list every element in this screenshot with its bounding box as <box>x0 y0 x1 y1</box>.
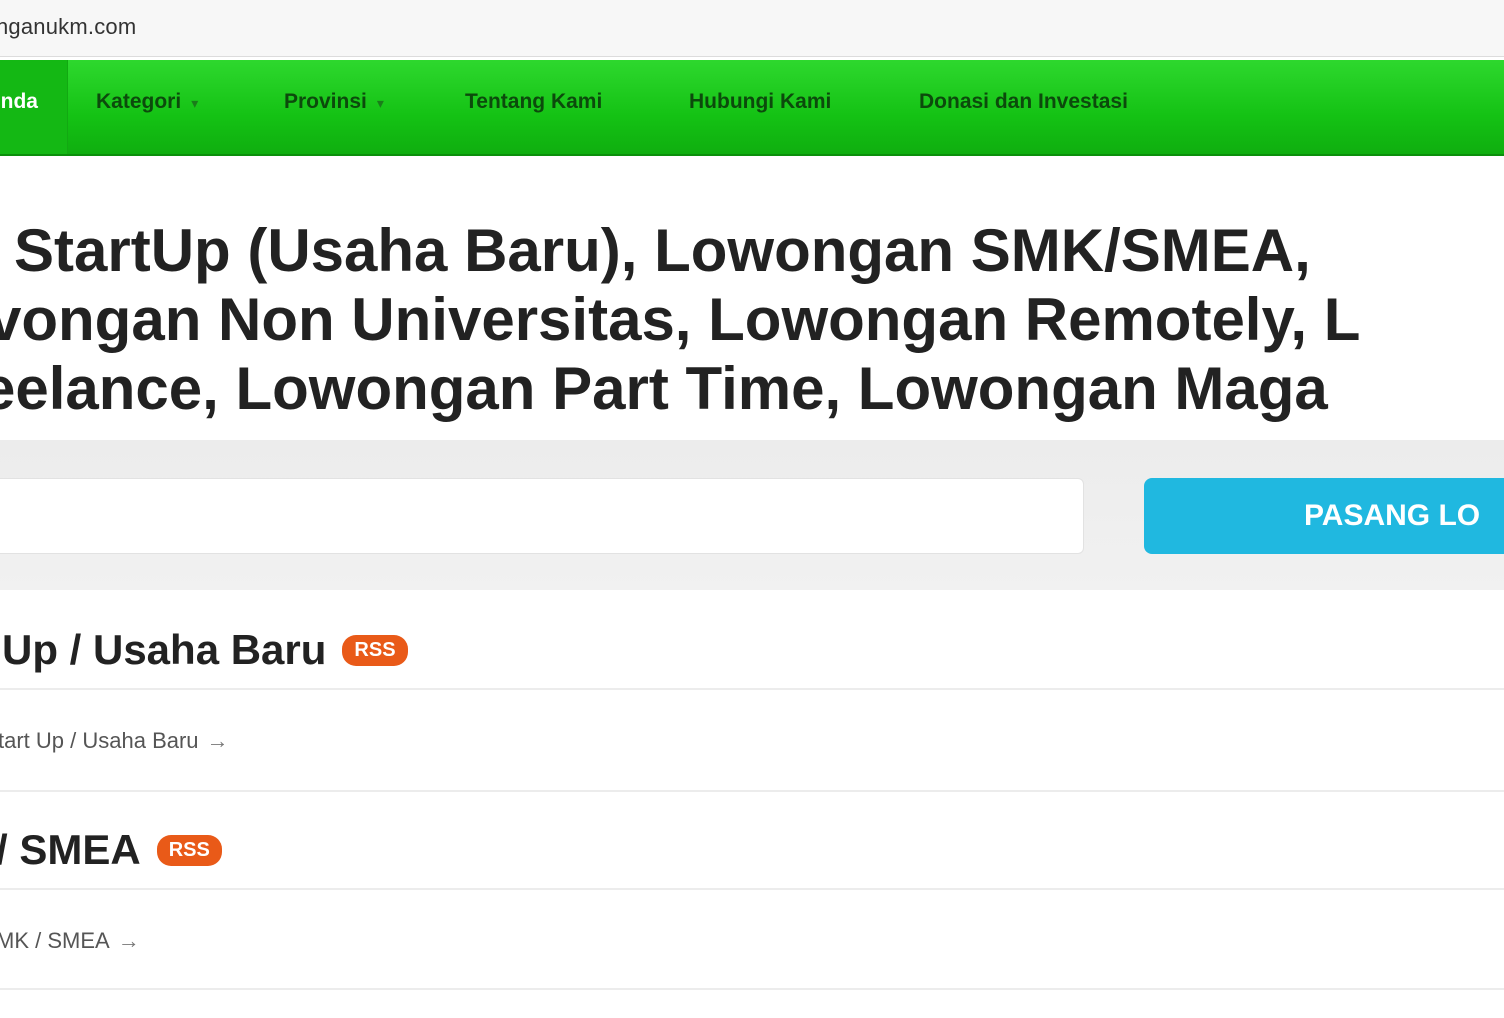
category-link-smk-smea[interactable]: MK / SMEA → <box>0 928 140 954</box>
page-headline: StartUp (Usaha Baru), Lowongan SMK/SMEA,… <box>0 216 1504 423</box>
address-bar-url[interactable]: nganukm.com <box>0 14 136 40</box>
divider <box>0 790 1504 792</box>
chevron-down-icon: ▾ <box>191 95 199 111</box>
rss-badge[interactable]: RSS <box>156 835 222 867</box>
category-heading-startup[interactable]: Up / Usaha Baru RSS <box>2 626 408 674</box>
nav-item-hubungi-kami[interactable]: Hubungi Kami <box>689 90 831 114</box>
main-nav: nda Kategori ▾ Provinsi ▾ Tentang Kami Hub… <box>0 60 1504 156</box>
nav-item-provinsi[interactable]: Provinsi ▾ <box>284 90 384 114</box>
chevron-down-icon: ▾ <box>376 95 384 111</box>
nav-item-donasi-investasi[interactable]: Donasi dan Investasi <box>919 90 1128 114</box>
nav-item-tentang-kami[interactable]: Tentang Kami <box>465 90 602 114</box>
post-job-button[interactable]: PASANG LO <box>1144 478 1504 554</box>
category-link-startup[interactable]: tart Up / Usaha Baru → <box>0 728 229 754</box>
category-heading-smk-smea[interactable]: / SMEA RSS <box>0 826 222 874</box>
headline-line-1: StartUp (Usaha Baru), Lowongan SMK/SMEA, <box>14 217 1311 284</box>
nav-item-kategori[interactable]: Kategori ▾ <box>96 90 198 114</box>
headline-line-3: eelance, Lowongan Part Time, Lowongan Ma… <box>0 355 1328 422</box>
divider <box>0 988 1504 990</box>
page: nganukm.com nda Kategori ▾ Provinsi ▾ Tent… <box>0 0 1504 1018</box>
headline-line-2: vongan Non Universitas, Lowongan Remotel… <box>0 286 1361 353</box>
search-input[interactable] <box>0 478 1084 554</box>
nav-item-home[interactable]: nda <box>0 60 68 154</box>
divider <box>0 688 1504 690</box>
address-bar[interactable]: nganukm.com <box>0 0 1504 57</box>
arrow-right-icon: → <box>117 928 140 953</box>
nav-item-home-label: nda <box>0 90 38 113</box>
rss-badge[interactable]: RSS <box>342 635 408 667</box>
divider <box>0 888 1504 890</box>
arrow-right-icon: → <box>206 728 229 753</box>
